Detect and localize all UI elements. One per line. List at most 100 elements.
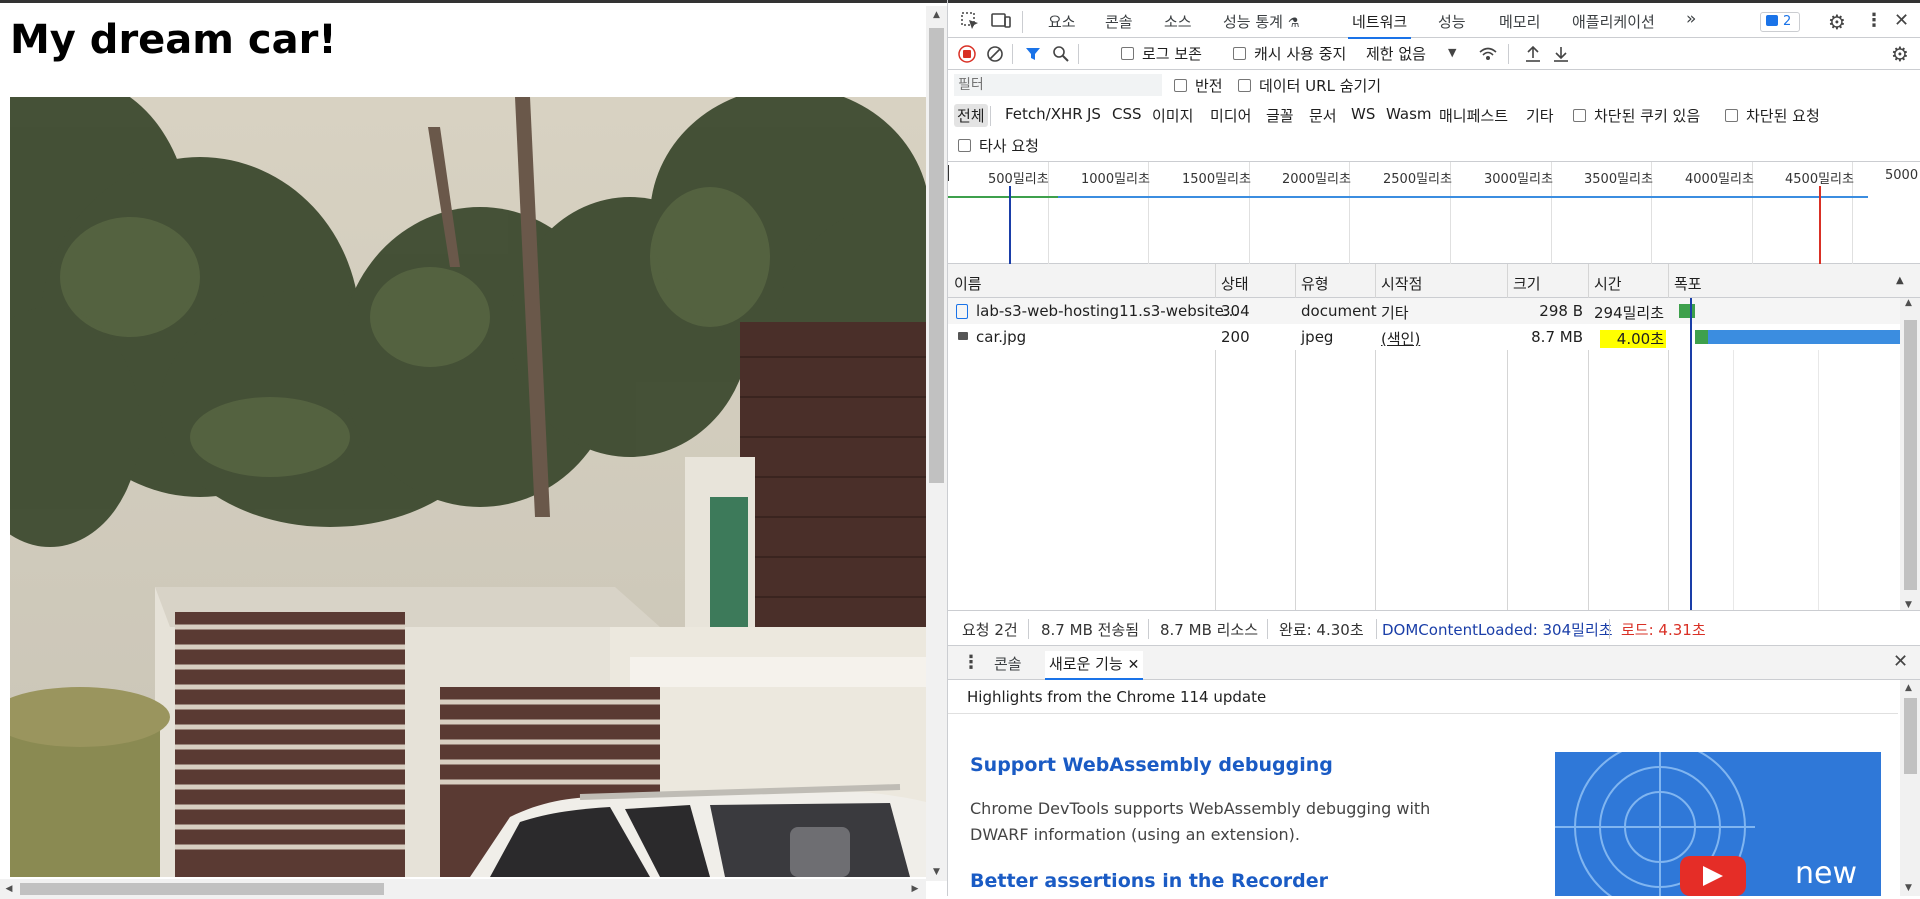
scroll-down-icon[interactable]: ▼ (926, 863, 947, 881)
tab-performance[interactable]: 성능 (1438, 11, 1466, 37)
type-filter-manifest[interactable]: 매니페스트 (1439, 105, 1508, 126)
load-marker (1819, 186, 1821, 264)
request-table-body: lab-s3-web-hosting11.s3-website... 304 d… (948, 298, 1920, 610)
type-filter-font[interactable]: 글꼴 (1266, 105, 1294, 126)
tab-network[interactable]: 네트워크 (1348, 9, 1412, 39)
type-filter-doc[interactable]: 문서 (1309, 105, 1337, 126)
column-header-size[interactable]: 크기 (1513, 273, 1541, 294)
invert-label: 반전 (1195, 77, 1223, 95)
blocked-cookies-checkbox[interactable] (1573, 109, 1586, 122)
device-toolbar-icon[interactable] (990, 11, 1012, 31)
column-header-type[interactable]: 유형 (1301, 273, 1329, 294)
column-header-status[interactable]: 상태 (1221, 273, 1249, 294)
article-title-link[interactable]: Support WebAssembly debugging (970, 754, 1333, 776)
issues-badge[interactable]: 2 (1760, 12, 1800, 32)
scroll-right-icon[interactable]: ▶ (906, 879, 924, 899)
overview-bar-image (1058, 196, 1868, 198)
more-tabs-button[interactable]: » (1686, 9, 1696, 35)
request-table-header: 이름 상태 유형 시작점 크기 시간 폭포 ▲ (948, 264, 1920, 298)
request-status: 304 (1221, 302, 1250, 320)
type-filter-media[interactable]: 미디어 (1210, 105, 1251, 126)
drawer-scrollbar[interactable]: ▲ ▼ (1900, 680, 1920, 896)
type-filter-ws[interactable]: WS (1351, 105, 1375, 123)
record-stop-icon[interactable] (958, 45, 976, 63)
close-drawer-icon[interactable]: ✕ (1893, 651, 1908, 672)
scroll-up-icon[interactable]: ▲ (1905, 683, 1912, 693)
type-filter-fetch-xhr[interactable]: Fetch/XHR (1005, 105, 1083, 123)
chevron-down-icon[interactable]: ▼ (1448, 46, 1456, 59)
scroll-up-icon[interactable]: ▲ (1905, 298, 1912, 308)
type-filter-js[interactable]: JS (1087, 105, 1101, 123)
third-party-checkbox[interactable] (958, 139, 971, 152)
network-overview-timeline[interactable]: 500밀리초 1000밀리초 1500밀리초 2000밀리초 2500밀리초 3… (948, 162, 1920, 264)
page-vertical-scrollbar[interactable]: ▲ ▼ (926, 6, 947, 881)
tab-sources[interactable]: 소스 (1164, 11, 1192, 37)
drawer-tab-console[interactable]: 콘솔 (994, 653, 1022, 679)
invert-checkbox[interactable] (1174, 79, 1187, 92)
request-initiator: 기타 (1381, 304, 1409, 322)
drawer-menu-icon[interactable]: ⋮ (962, 652, 980, 673)
type-filter-all[interactable]: 전체 (954, 104, 988, 127)
more-options-icon[interactable]: ⋮ (1865, 10, 1883, 31)
filter-icon[interactable] (1024, 45, 1042, 63)
devtools-tabbar: 요소 콘솔 소스 성능 통계 ⚗ 네트워크 성능 메모리 애플리케이션 » 2 … (948, 0, 1920, 39)
column-header-name[interactable]: 이름 (954, 273, 982, 294)
clear-icon[interactable] (986, 45, 1004, 63)
summary-requests: 요청 2건 (962, 621, 1018, 639)
dcl-marker (1009, 186, 1011, 264)
blocked-requests-checkbox[interactable] (1725, 109, 1738, 122)
page-horizontal-scrollbar[interactable]: ◀ ▶ (0, 879, 926, 899)
tab-performance-insights[interactable]: 성능 통계 ⚗ (1223, 11, 1299, 37)
export-har-icon[interactable] (1552, 44, 1570, 64)
tab-memory[interactable]: 메모리 (1499, 11, 1540, 37)
type-filter-img[interactable]: 이미지 (1152, 105, 1193, 126)
request-initiator-link[interactable]: (색인) (1381, 328, 1420, 349)
import-har-icon[interactable] (1524, 44, 1542, 64)
tab-application[interactable]: 애플리케이션 (1572, 11, 1655, 37)
type-filter-wasm[interactable]: Wasm (1386, 105, 1432, 123)
scroll-up-icon[interactable]: ▲ (926, 6, 947, 24)
scrollbar-thumb[interactable] (929, 28, 944, 483)
search-icon[interactable] (1052, 45, 1070, 63)
type-filter-other[interactable]: 기타 (1526, 105, 1554, 126)
settings-gear-icon[interactable]: ⚙ (1828, 10, 1846, 34)
article-title-link[interactable]: Better assertions in the Recorder (970, 870, 1328, 892)
close-tab-icon[interactable]: ✕ (1128, 657, 1140, 673)
scrollbar-thumb[interactable] (20, 883, 384, 895)
timeline-tick: 2000밀리초 (1282, 172, 1351, 187)
hide-data-urls-checkbox[interactable] (1238, 79, 1251, 92)
filter-input[interactable] (954, 74, 1162, 96)
tab-console[interactable]: 콘솔 (1105, 11, 1133, 37)
scrollbar-thumb[interactable] (1904, 698, 1917, 774)
scroll-down-icon[interactable]: ▼ (1905, 883, 1912, 893)
issues-count: 2 (1783, 14, 1792, 29)
table-row[interactable]: car.jpg 200 jpeg (색인) 8.7 MB 4.00초 (948, 324, 1900, 350)
inspect-element-icon[interactable] (960, 11, 980, 31)
disable-cache-checkbox[interactable] (1233, 47, 1246, 60)
preserve-log-checkbox[interactable] (1121, 47, 1134, 60)
column-header-time[interactable]: 시간 (1594, 273, 1622, 294)
close-devtools-icon[interactable]: ✕ (1894, 10, 1909, 31)
chrome-114-video-thumbnail[interactable]: new (1555, 752, 1881, 896)
sort-ascending-icon[interactable]: ▲ (1896, 275, 1904, 286)
drawer-tab-label: 새로운 기능 (1049, 655, 1123, 673)
blocked-requests-label: 차단된 요청 (1746, 107, 1820, 125)
hide-data-urls-label: 데이터 URL 숨기기 (1259, 77, 1382, 95)
network-conditions-icon[interactable] (1478, 45, 1498, 63)
network-settings-gear-icon[interactable]: ⚙ (1891, 42, 1909, 66)
scroll-down-icon[interactable]: ▼ (1905, 600, 1912, 610)
column-header-waterfall[interactable]: 폭포 (1674, 273, 1702, 294)
network-toolbar: 로그 보존 캐시 사용 중지 제한 없음 ▼ ⚙ (948, 38, 1920, 70)
drawer-tab-whats-new[interactable]: 새로운 기능 ✕ (1045, 651, 1144, 680)
tab-elements[interactable]: 요소 (1048, 11, 1076, 37)
throttling-select[interactable]: 제한 없음 (1366, 43, 1426, 64)
column-header-initiator[interactable]: 시작점 (1381, 273, 1422, 294)
scroll-left-icon[interactable]: ◀ (0, 879, 18, 899)
table-scrollbar[interactable]: ▲ ▼ (1900, 298, 1920, 610)
tab-label: 성능 통계 (1223, 13, 1283, 31)
type-filter-css[interactable]: CSS (1112, 105, 1142, 123)
request-status: 200 (1221, 328, 1250, 346)
table-row[interactable]: lab-s3-web-hosting11.s3-website... 304 d… (948, 298, 1900, 324)
waterfall-bar-waiting (1695, 330, 1708, 344)
scrollbar-thumb[interactable] (1904, 320, 1917, 590)
